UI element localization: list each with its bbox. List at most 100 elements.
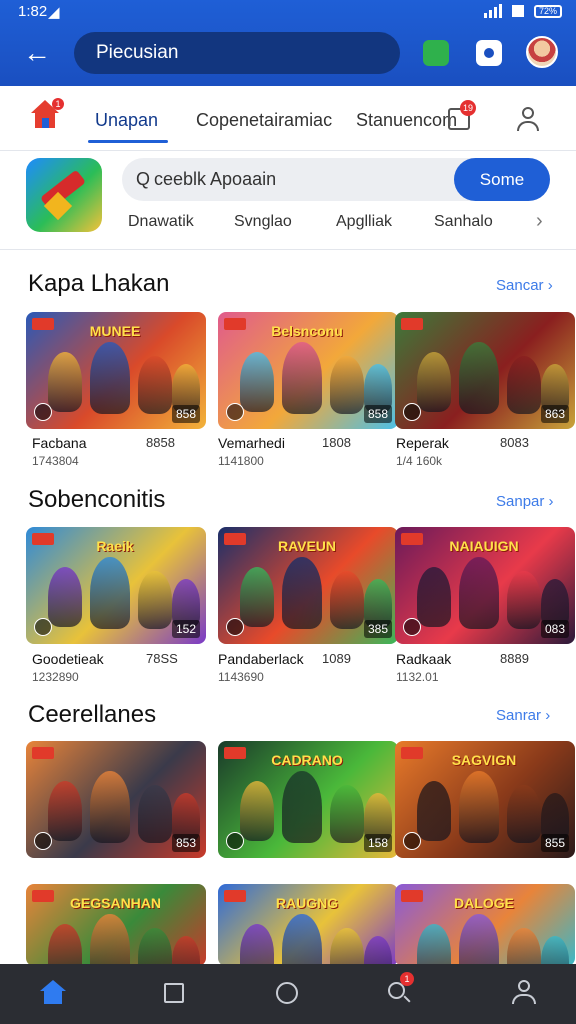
game-card[interactable]: Belsnconu 858 <box>218 312 398 429</box>
section-title: Kapa Lhakan <box>28 270 170 297</box>
play-icon <box>403 403 421 421</box>
game-banner-title: Raeik <box>96 538 134 554</box>
section-title: Sobenconitis <box>28 486 166 513</box>
see-all-link[interactable]: Sanpar › <box>496 493 554 510</box>
calendar-icon[interactable]: 19 <box>448 100 476 130</box>
character-figure <box>90 557 130 629</box>
game-name: Goodetieak <box>32 651 104 667</box>
game-card[interactable]: CADRANO 158 <box>218 741 398 858</box>
play-icon <box>226 618 244 636</box>
circle-icon[interactable] <box>276 982 298 1004</box>
badge-tag <box>224 318 246 330</box>
game-sub: 1232890 <box>32 670 79 684</box>
character-figure <box>282 557 322 629</box>
character-figure <box>48 567 82 627</box>
back-arrow-icon[interactable]: ← <box>22 38 52 68</box>
price-label: 083 <box>540 620 569 638</box>
character-figure <box>417 924 451 966</box>
game-sub: 1/4 160k <box>396 454 443 468</box>
character-figure <box>48 781 82 841</box>
play-icon <box>226 832 244 850</box>
game-banner-title: NAIAUIGN <box>449 538 519 554</box>
chevron-right-icon[interactable]: › <box>536 210 543 233</box>
profile-icon[interactable] <box>515 106 541 132</box>
tab-unapan[interactable]: Unapan <box>95 110 158 131</box>
game-card[interactable]: RAUGNG <box>218 884 398 966</box>
game-card[interactable]: 853 <box>26 741 206 858</box>
character-figure <box>330 356 364 414</box>
active-tab-indicator <box>88 140 168 143</box>
game-card[interactable]: GEGSANHAN <box>26 884 206 966</box>
badge-tag <box>401 533 423 545</box>
game-banner-title: Belsnconu <box>271 323 343 339</box>
character-figure <box>240 781 274 841</box>
section-title: Ceerellanes <box>28 701 157 728</box>
badge-tag <box>32 318 54 330</box>
user-icon[interactable] <box>511 980 537 1006</box>
search-icon[interactable]: 1 <box>386 972 414 1006</box>
character-figure <box>48 924 82 966</box>
badge-tag <box>224 747 246 759</box>
see-all-link[interactable]: Sancar › <box>496 277 553 294</box>
game-name: Pandaberlack <box>218 651 304 667</box>
game-banner-title: DALOGE <box>454 895 514 911</box>
location-arrow-icon: ◢ <box>48 4 60 21</box>
game-banner-title: RAVEUN <box>277 538 337 554</box>
character-figure <box>417 567 451 627</box>
app-search-field[interactable]: Piecusian <box>74 32 400 74</box>
app-logo[interactable] <box>26 158 102 232</box>
play-icon <box>34 403 52 421</box>
character-figure <box>541 936 569 966</box>
play-icon <box>403 618 421 636</box>
game-value: 8889 <box>500 651 529 666</box>
character-figure <box>364 936 392 966</box>
badge-tag <box>401 318 423 330</box>
character-figure <box>417 781 451 841</box>
character-figure <box>330 571 364 629</box>
tab-copenetairamiac[interactable]: Copenetairamiac <box>196 110 332 131</box>
character-figure <box>138 785 172 843</box>
game-card[interactable]: MUNEE 858 <box>26 312 206 429</box>
game-sub: 1143690 <box>218 670 264 684</box>
character-figure <box>459 914 499 966</box>
search-button[interactable]: Some <box>454 158 550 201</box>
camera-icon[interactable] <box>476 40 502 66</box>
chip-sanhalo[interactable]: Sanhalo <box>434 213 493 231</box>
game-sub: 1141800 <box>218 454 264 468</box>
chip-apglliak[interactable]: Apglliak <box>336 213 392 231</box>
tab-stanuencom[interactable]: Stanuencom <box>356 110 457 131</box>
game-banner-title: MUNEE <box>89 323 141 339</box>
game-card[interactable]: DALOGE <box>395 884 575 966</box>
badge-tag <box>32 533 54 545</box>
character-figure <box>459 342 499 414</box>
game-card[interactable]: Raeik 152 <box>26 527 206 644</box>
character-figure <box>330 928 364 966</box>
signal-icon <box>484 4 502 18</box>
game-card[interactable]: RAVEUN 385 <box>218 527 398 644</box>
chip-dnawatik[interactable]: Dnawatik <box>128 213 194 231</box>
character-figure <box>507 785 541 843</box>
character-figure <box>172 936 200 966</box>
character-figure <box>138 571 172 629</box>
game-name: Reperak <box>396 435 449 451</box>
game-banner-title: RAUGNG <box>275 895 339 911</box>
game-banner-title: SAGVIGN <box>451 752 517 768</box>
character-figure <box>240 352 274 412</box>
see-all-link[interactable]: Sanrar › <box>496 707 550 724</box>
home-icon[interactable] <box>40 980 66 1006</box>
game-card[interactable]: SAGVIGN 855 <box>395 741 575 858</box>
avatar[interactable] <box>526 36 558 68</box>
chip-svnglao[interactable]: Svnglao <box>234 213 292 231</box>
game-value: 1089 <box>322 651 351 666</box>
game-card[interactable]: NAIAUIGN 083 <box>395 527 575 644</box>
home-icon[interactable]: 1 <box>30 98 64 130</box>
app-header: 1:82 ◢ 72% ← Piecusian <box>0 0 576 86</box>
home-badge: 1 <box>52 98 64 110</box>
character-figure <box>417 352 451 412</box>
divider <box>0 150 576 151</box>
game-card[interactable]: 863 <box>395 312 575 429</box>
store-icon[interactable] <box>423 40 449 66</box>
price-label: 855 <box>540 834 569 852</box>
status-bar: 1:82 ◢ 72% <box>0 0 576 26</box>
square-icon[interactable] <box>164 983 184 1003</box>
